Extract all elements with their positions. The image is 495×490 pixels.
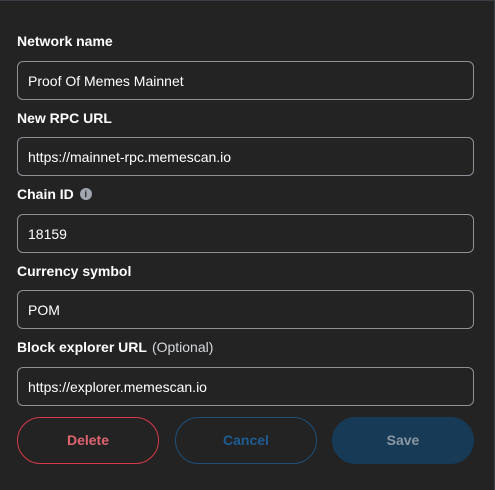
network-name-input[interactable]	[17, 61, 474, 100]
save-button[interactable]: Save	[332, 417, 474, 464]
rpc-url-label: New RPC URL	[17, 110, 112, 126]
rpc-url-input[interactable]	[17, 137, 474, 176]
chain-id-input[interactable]	[17, 214, 474, 253]
cancel-button[interactable]: Cancel	[175, 417, 317, 464]
network-name-label: Network name	[17, 33, 113, 49]
currency-symbol-input[interactable]	[17, 290, 474, 329]
block-explorer-label: Block explorer URL	[17, 339, 147, 355]
delete-button[interactable]: Delete	[17, 417, 159, 464]
block-explorer-input[interactable]	[17, 367, 474, 406]
currency-symbol-label: Currency symbol	[17, 263, 132, 279]
chain-id-label: Chain ID	[17, 186, 74, 202]
chain-id-label-row: Chain ID i	[17, 186, 92, 202]
block-explorer-label-row: Block explorer URL (Optional)	[17, 339, 213, 355]
optional-tag: (Optional)	[151, 339, 214, 355]
network-form-panel: Network name New RPC URL Chain ID i Curre…	[0, 0, 495, 490]
info-icon[interactable]: i	[79, 188, 92, 201]
